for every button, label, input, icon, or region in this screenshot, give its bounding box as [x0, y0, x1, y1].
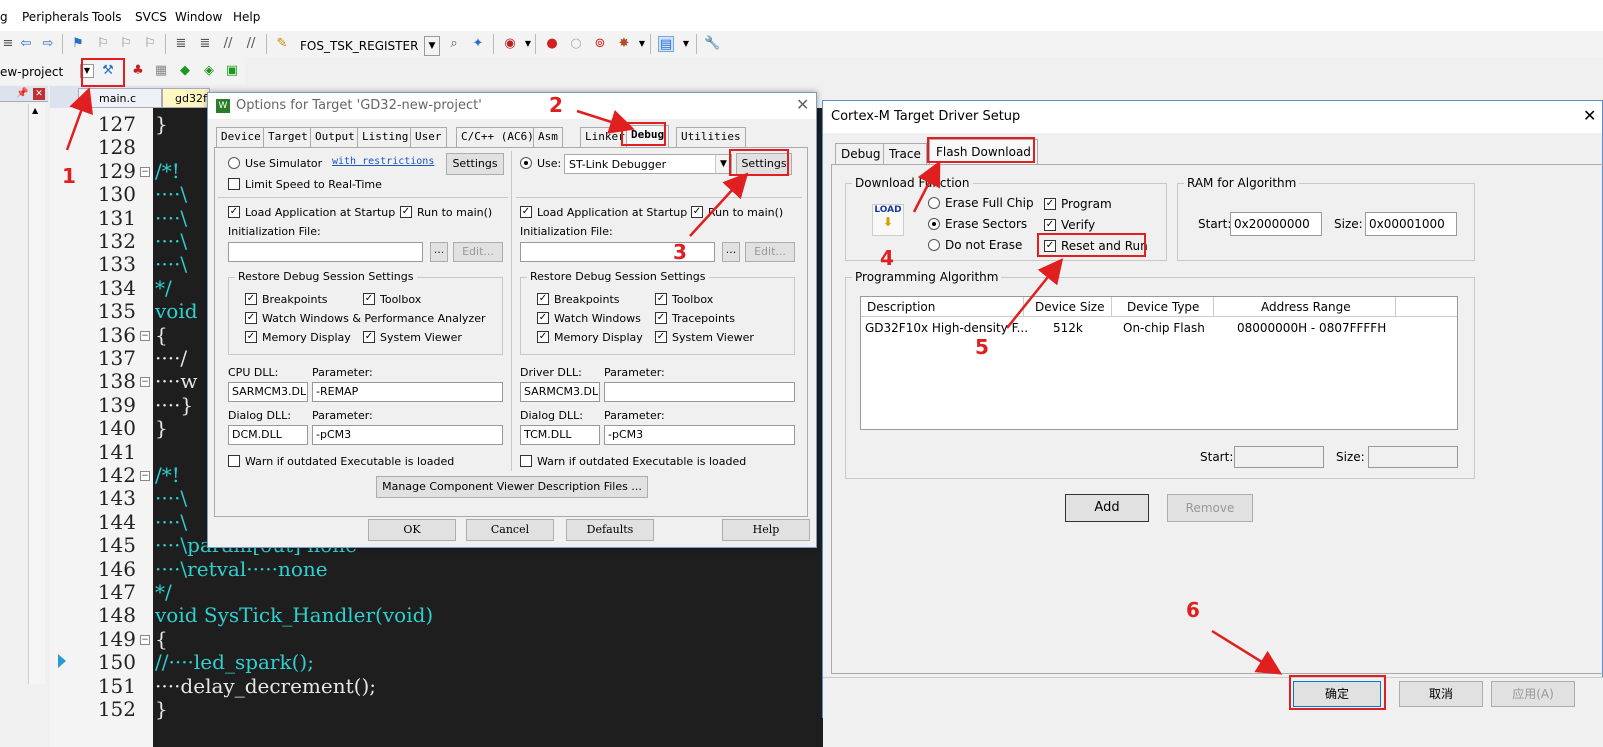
- annotation-5: 5: [975, 335, 989, 359]
- annotation-4: 4: [880, 246, 894, 270]
- arrow-2: [576, 109, 635, 134]
- annotation-3: 3: [673, 240, 687, 264]
- arrow-5: [1006, 258, 1064, 329]
- arrow-3: [689, 172, 749, 237]
- annotation-6: 6: [1186, 598, 1200, 622]
- arrow-1: [65, 87, 93, 151]
- annotation-2: 2: [549, 93, 563, 117]
- annotation-1: 1: [62, 164, 76, 188]
- arrow-6: [1211, 629, 1283, 675]
- annotation-arrows: [65, 87, 1283, 675]
- arrow-4: [912, 160, 941, 213]
